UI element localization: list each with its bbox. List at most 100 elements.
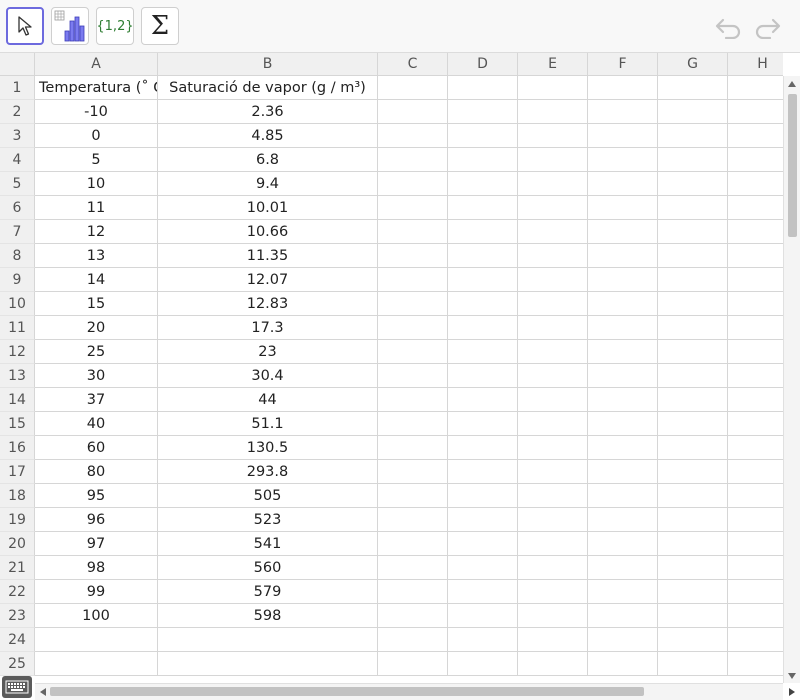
cell-h9[interactable] <box>728 268 783 292</box>
cell-e8[interactable] <box>518 244 588 268</box>
sum-tool-button[interactable]: Σ <box>141 7 179 45</box>
cell-f16[interactable] <box>588 436 658 460</box>
horizontal-scroll-thumb[interactable] <box>50 687 644 696</box>
cell-d19[interactable] <box>448 508 518 532</box>
row-header-14[interactable]: 14 <box>0 388 35 412</box>
cell-a2[interactable]: -10 <box>35 100 158 124</box>
cell-f24[interactable] <box>588 628 658 652</box>
cell-b3[interactable]: 4.85 <box>158 124 378 148</box>
cell-g7[interactable] <box>658 220 728 244</box>
cell-e21[interactable] <box>518 556 588 580</box>
cell-b17[interactable]: 293.8 <box>158 460 378 484</box>
cell-f18[interactable] <box>588 484 658 508</box>
spreadsheet-grid[interactable]: A B C D E F G H 1 Temperatura (˚ C Saturació de va… <box>0 53 783 683</box>
cell-h20[interactable] <box>728 532 783 556</box>
cell-g12[interactable] <box>658 340 728 364</box>
undo-button[interactable] <box>712 10 746 44</box>
cell-e2[interactable] <box>518 100 588 124</box>
row-header-23[interactable]: 23 <box>0 604 35 628</box>
cell-b14[interactable]: 44 <box>158 388 378 412</box>
column-header-e[interactable]: E <box>518 53 588 76</box>
cell-e14[interactable] <box>518 388 588 412</box>
cell-e19[interactable] <box>518 508 588 532</box>
column-header-f[interactable]: F <box>588 53 658 76</box>
row-header-21[interactable]: 21 <box>0 556 35 580</box>
cell-d23[interactable] <box>448 604 518 628</box>
cell-c16[interactable] <box>378 436 448 460</box>
cell-d17[interactable] <box>448 460 518 484</box>
cell-f22[interactable] <box>588 580 658 604</box>
cell-g9[interactable] <box>658 268 728 292</box>
cell-c25[interactable] <box>378 652 448 676</box>
cell-b23[interactable]: 598 <box>158 604 378 628</box>
cell-g21[interactable] <box>658 556 728 580</box>
cell-a13[interactable]: 30 <box>35 364 158 388</box>
cell-h7[interactable] <box>728 220 783 244</box>
cell-h1[interactable] <box>728 76 783 100</box>
cell-f2[interactable] <box>588 100 658 124</box>
cell-e5[interactable] <box>518 172 588 196</box>
cell-g2[interactable] <box>658 100 728 124</box>
cell-c21[interactable] <box>378 556 448 580</box>
cell-g22[interactable] <box>658 580 728 604</box>
cell-d6[interactable] <box>448 196 518 220</box>
cell-e6[interactable] <box>518 196 588 220</box>
cell-e7[interactable] <box>518 220 588 244</box>
cell-e15[interactable] <box>518 412 588 436</box>
row-header-22[interactable]: 22 <box>0 580 35 604</box>
cell-d9[interactable] <box>448 268 518 292</box>
cell-b8[interactable]: 11.35 <box>158 244 378 268</box>
row-header-2[interactable]: 2 <box>0 100 35 124</box>
cell-c23[interactable] <box>378 604 448 628</box>
cell-b9[interactable]: 12.07 <box>158 268 378 292</box>
cell-c1[interactable] <box>378 76 448 100</box>
cell-d14[interactable] <box>448 388 518 412</box>
cell-b5[interactable]: 9.4 <box>158 172 378 196</box>
cell-g8[interactable] <box>658 244 728 268</box>
row-header-25[interactable]: 25 <box>0 652 35 676</box>
cell-f20[interactable] <box>588 532 658 556</box>
cell-g1[interactable] <box>658 76 728 100</box>
cell-e25[interactable] <box>518 652 588 676</box>
row-header-20[interactable]: 20 <box>0 532 35 556</box>
cell-b6[interactable]: 10.01 <box>158 196 378 220</box>
cell-e10[interactable] <box>518 292 588 316</box>
cell-h22[interactable] <box>728 580 783 604</box>
cell-h16[interactable] <box>728 436 783 460</box>
cell-d16[interactable] <box>448 436 518 460</box>
cell-d21[interactable] <box>448 556 518 580</box>
cell-f23[interactable] <box>588 604 658 628</box>
cell-g17[interactable] <box>658 460 728 484</box>
cell-e22[interactable] <box>518 580 588 604</box>
cell-d13[interactable] <box>448 364 518 388</box>
row-header-16[interactable]: 16 <box>0 436 35 460</box>
cell-a6[interactable]: 11 <box>35 196 158 220</box>
row-header-12[interactable]: 12 <box>0 340 35 364</box>
cell-e9[interactable] <box>518 268 588 292</box>
cell-d1[interactable] <box>448 76 518 100</box>
select-all-corner[interactable] <box>0 53 35 76</box>
cell-c5[interactable] <box>378 172 448 196</box>
cell-c12[interactable] <box>378 340 448 364</box>
cell-h2[interactable] <box>728 100 783 124</box>
list-tool-button[interactable]: {1,2} <box>96 7 134 45</box>
scroll-up-arrow-icon[interactable] <box>788 81 796 87</box>
chart-tool-button[interactable] <box>51 7 89 45</box>
column-header-g[interactable]: G <box>658 53 728 76</box>
cell-h5[interactable] <box>728 172 783 196</box>
cell-d7[interactable] <box>448 220 518 244</box>
cell-c18[interactable] <box>378 484 448 508</box>
horizontal-scrollbar[interactable] <box>35 683 795 700</box>
cell-a24[interactable] <box>35 628 158 652</box>
cell-h15[interactable] <box>728 412 783 436</box>
row-header-24[interactable]: 24 <box>0 628 35 652</box>
cell-e13[interactable] <box>518 364 588 388</box>
cell-f8[interactable] <box>588 244 658 268</box>
cell-e18[interactable] <box>518 484 588 508</box>
cell-g13[interactable] <box>658 364 728 388</box>
cell-f3[interactable] <box>588 124 658 148</box>
cell-c22[interactable] <box>378 580 448 604</box>
cell-a23[interactable]: 100 <box>35 604 158 628</box>
cell-b7[interactable]: 10.66 <box>158 220 378 244</box>
cell-f25[interactable] <box>588 652 658 676</box>
